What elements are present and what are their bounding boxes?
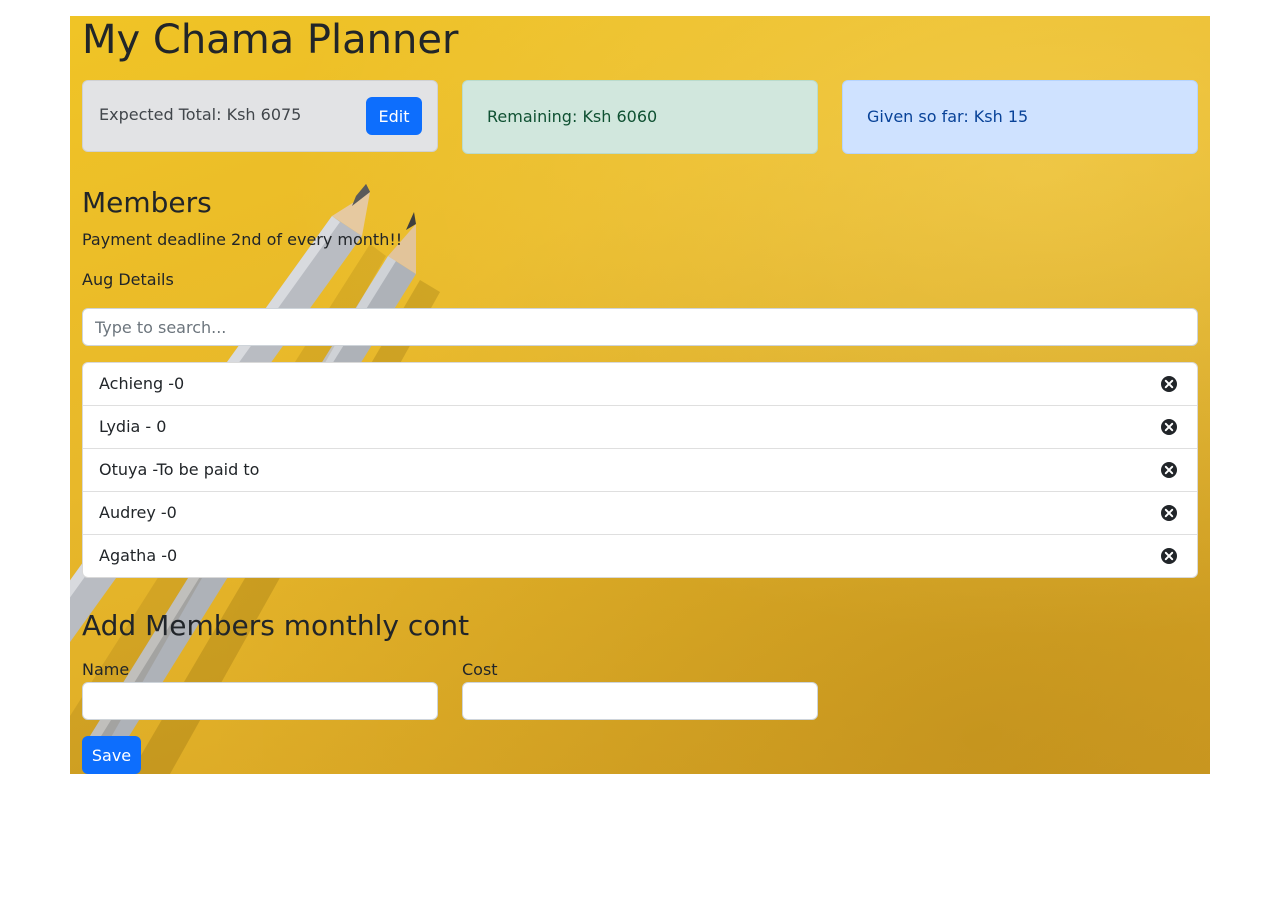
close-circle-icon[interactable]: [1160, 461, 1178, 479]
close-circle-icon[interactable]: [1160, 418, 1178, 436]
members-heading: Members: [82, 186, 212, 219]
close-circle-icon[interactable]: [1160, 375, 1178, 393]
add-members-heading: Add Members monthly cont: [82, 609, 470, 642]
member-list: Achieng -0 Lydia - 0 Otuya -To be paid t…: [82, 362, 1198, 578]
remaining-text: Remaining: Ksh 6060: [487, 107, 658, 126]
name-field-label: Name: [82, 660, 130, 679]
cost-field-label: Cost: [462, 660, 498, 679]
payment-deadline-note: Payment deadline 2nd of every month!!: [82, 230, 403, 249]
member-label: Achieng -0: [99, 374, 185, 393]
list-item: Otuya -To be paid to: [83, 448, 1197, 491]
name-field[interactable]: [82, 682, 438, 720]
month-details-label: Aug Details: [82, 270, 174, 289]
list-item: Audrey -0: [83, 491, 1197, 534]
close-circle-icon[interactable]: [1160, 504, 1178, 522]
member-label: Lydia - 0: [99, 417, 167, 436]
page-title: My Chama Planner: [82, 17, 459, 63]
cost-field[interactable]: [462, 682, 818, 720]
edit-button[interactable]: Edit: [366, 97, 422, 135]
member-label: Otuya -To be paid to: [99, 460, 260, 479]
list-item: Agatha -0: [83, 534, 1197, 577]
given-so-far-text: Given so far: Ksh 15: [867, 107, 1029, 126]
app-container: My Chama Planner Expected Total: Ksh 607…: [70, 16, 1210, 774]
list-item: Achieng -0: [83, 363, 1197, 405]
remaining-card: Remaining: Ksh 6060: [462, 80, 818, 154]
expected-total-card: Expected Total: Ksh 6075 Edit: [82, 80, 438, 152]
search-input[interactable]: [82, 308, 1198, 346]
save-button[interactable]: Save: [82, 736, 141, 774]
expected-total-text: Expected Total: Ksh 6075: [99, 105, 302, 124]
member-label: Agatha -0: [99, 546, 178, 565]
close-circle-icon[interactable]: [1160, 547, 1178, 565]
member-label: Audrey -0: [99, 503, 177, 522]
list-item: Lydia - 0: [83, 405, 1197, 448]
given-so-far-card: Given so far: Ksh 15: [842, 80, 1198, 154]
